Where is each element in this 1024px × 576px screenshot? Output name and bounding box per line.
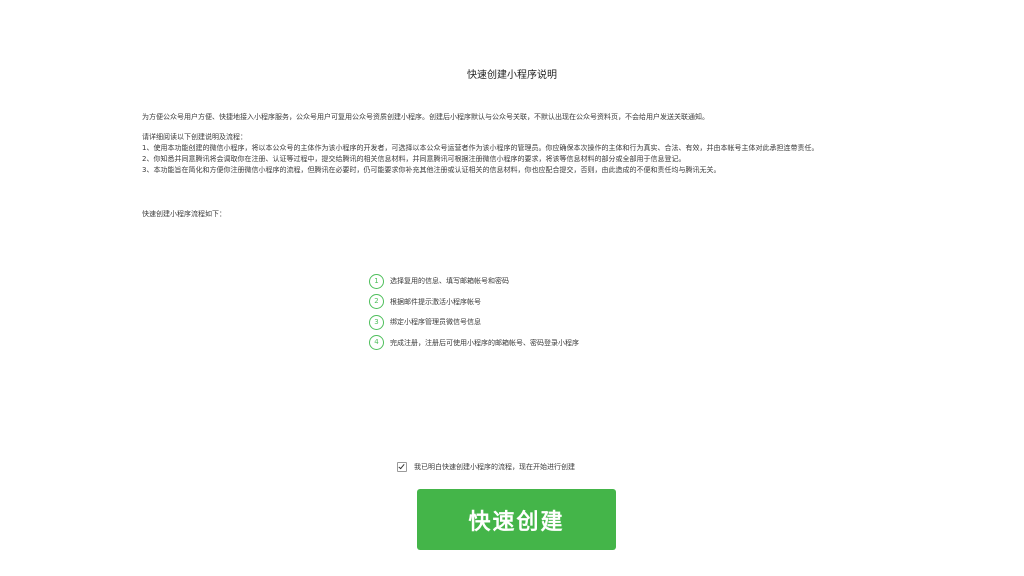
step-text: 绑定小程序管理员微信号信息 bbox=[390, 318, 481, 326]
rule-item-1: 1、使用本功能创建的微信小程序，将以本公众号的主体作为该小程序的开发者，可选择以… bbox=[142, 144, 819, 152]
step-text: 选择复用的信息、填写邮箱帐号和密码 bbox=[390, 277, 509, 285]
rules-section: 请详细阅读以下创建说明及流程： 1、使用本功能创建的微信小程序，将以本公众号的主… bbox=[142, 132, 894, 176]
step-number-badge: 2 bbox=[369, 294, 384, 309]
step-number-badge: 3 bbox=[369, 314, 384, 330]
step-item-3: 3 绑定小程序管理员微信号信息 bbox=[369, 312, 579, 332]
rule-item-2: 2、你知悉并同意腾讯将会调取你在注册、认证等过程中，提交给腾讯的相关信息材料，并… bbox=[142, 155, 686, 163]
step-text: 完成注册，注册后可使用小程序的邮箱帐号、密码登录小程序 bbox=[390, 338, 579, 347]
page-title: 快速创建小程序说明 bbox=[467, 70, 557, 81]
rules-heading: 请详细阅读以下创建说明及流程： bbox=[142, 133, 247, 141]
intro-text: 为方便公众号用户方便、快捷地接入小程序服务，公众号用户可复用公众号资质创建小程序… bbox=[142, 113, 709, 121]
step-number-badge: 4 bbox=[369, 335, 384, 350]
steps-list: 1 选择复用的信息、填写邮箱帐号和密码 2 根据邮件提示激活小程序帐号 3 绑定… bbox=[369, 271, 579, 353]
quick-create-page: 快速创建小程序说明 为方便公众号用户方便、快捷地接入小程序服务，公众号用户可复用… bbox=[0, 0, 1024, 576]
quick-create-button[interactable]: 快速创建 bbox=[417, 489, 616, 550]
step-item-2: 2 根据邮件提示激活小程序帐号 bbox=[369, 292, 579, 312]
step-item-1: 1 选择复用的信息、填写邮箱帐号和密码 bbox=[369, 271, 579, 291]
step-number-badge: 1 bbox=[369, 273, 384, 289]
agree-label: 我已明白快速创建小程序的流程，现在开始进行创建 bbox=[414, 463, 575, 471]
step-item-4: 4 完成注册，注册后可使用小程序的邮箱帐号、密码登录小程序 bbox=[369, 333, 579, 353]
flow-heading: 快速创建小程序流程如下： bbox=[142, 210, 226, 218]
step-text: 根据邮件提示激活小程序帐号 bbox=[390, 297, 481, 306]
agree-checkbox-row[interactable]: 我已明白快速创建小程序的流程，现在开始进行创建 bbox=[397, 462, 575, 472]
agree-checkbox[interactable] bbox=[397, 462, 407, 472]
rule-item-3: 3、本功能旨在简化和方便你注册微信小程序的流程，但腾讯在必要时，仍可能要求你补充… bbox=[142, 166, 721, 174]
